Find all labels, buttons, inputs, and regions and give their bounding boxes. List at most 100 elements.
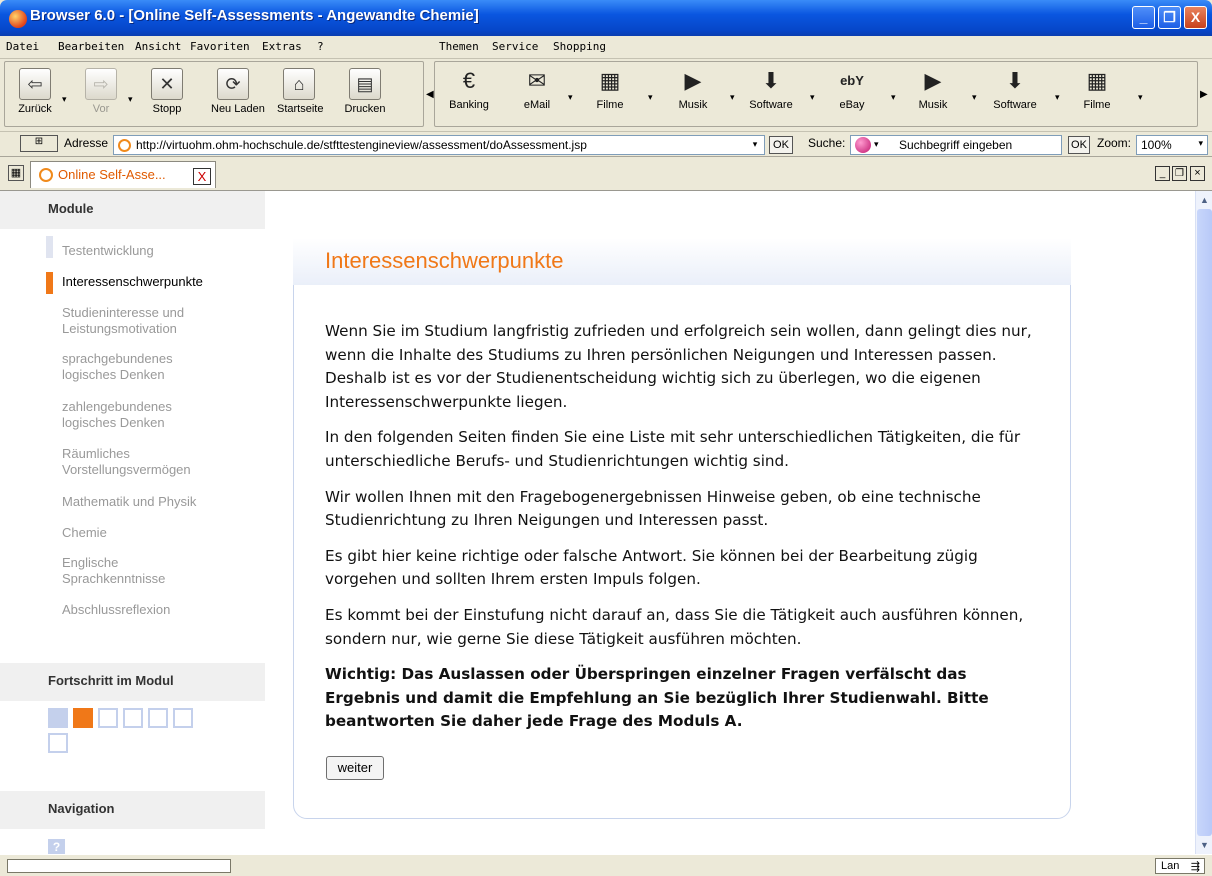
- module-abschlussreflexion[interactable]: Abschlussreflexion: [62, 602, 170, 618]
- progress-step-6: [173, 708, 193, 728]
- module-testentwicklung[interactable]: Testentwicklung: [62, 243, 154, 259]
- help-icon[interactable]: ?: [48, 839, 65, 854]
- menu-bearbeiten[interactable]: Bearbeiten: [58, 40, 124, 53]
- menu-datei[interactable]: Datei: [6, 40, 39, 53]
- link-banking[interactable]: € Banking: [437, 66, 501, 111]
- intro-paragraph-2: In den folgenden Seiten finden Sie eine …: [325, 428, 1021, 470]
- search-engine-icon: [855, 137, 871, 153]
- mdi-minimize-button[interactable]: _: [1155, 166, 1170, 181]
- link-filme-2[interactable]: ▦ Filme: [1065, 66, 1129, 111]
- module-indicator-active: [46, 272, 53, 294]
- module-interessenschwerpunkte[interactable]: Interessenschwerpunkte: [62, 274, 203, 290]
- search-input[interactable]: ▾ Suchbegriff eingeben: [850, 135, 1062, 155]
- sidebar: Module Testentwicklung Interessenschwerp…: [0, 191, 265, 854]
- filme-2-dropdown-icon[interactable]: ▾: [1138, 92, 1143, 103]
- url-dropdown-icon[interactable]: ▾: [746, 136, 764, 154]
- link-musik-label: Musik: [678, 99, 708, 111]
- email-dropdown-icon[interactable]: ▾: [568, 92, 573, 103]
- filme-dropdown-icon[interactable]: ▾: [648, 92, 653, 103]
- menu-shopping[interactable]: Shopping: [553, 40, 606, 53]
- scroll-down-icon[interactable]: ▼: [1197, 837, 1212, 853]
- musik-2-dropdown-icon[interactable]: ▾: [972, 92, 977, 103]
- module-sprachgebundenes-denken[interactable]: sprachgebundenes logisches Denken: [62, 351, 212, 383]
- url-field[interactable]: http://virtuohm.ohm-hochschule.de/stftte…: [113, 135, 765, 155]
- intro-paragraph-3: Wir wollen Ihnen mit den Fragebogenergeb…: [325, 487, 981, 530]
- minimize-button[interactable]: _: [1132, 6, 1155, 29]
- print-label: Drucken: [344, 103, 386, 115]
- back-dropdown-icon[interactable]: ▾: [62, 94, 67, 105]
- link-ebay[interactable]: ebY eBay: [820, 66, 884, 111]
- software-dropdown-icon[interactable]: ▾: [810, 92, 815, 103]
- stop-label: Stopp: [152, 103, 182, 115]
- film-icon: ▦: [599, 68, 621, 93]
- modules-heading: Module: [0, 191, 265, 229]
- network-status-label: Lan: [1161, 860, 1180, 872]
- menu-ansicht[interactable]: Ansicht: [135, 40, 181, 53]
- zoom-select[interactable]: 100% ▾: [1136, 135, 1208, 155]
- zoom-label: Zoom:: [1097, 136, 1132, 150]
- link-software-2-label: Software: [993, 99, 1037, 111]
- toolbar: ⇦ Zurück ▾ ⇨ Vor ▾ ✕ Stopp ⟳ Neu Laden ⌂…: [0, 59, 1212, 130]
- mdi-restore-button[interactable]: ❐: [1172, 166, 1187, 181]
- tab-online-self-assessment[interactable]: Online Self-Asse...: [30, 161, 216, 188]
- url-ok-button[interactable]: OK: [769, 136, 793, 154]
- maximize-button[interactable]: ❐: [1158, 6, 1181, 29]
- menu-favoriten[interactable]: Favoriten: [190, 40, 250, 53]
- bookmark-add-icon[interactable]: ⊞: [20, 135, 58, 152]
- module-studieninteresse[interactable]: Studieninteresse und Leistungsmotivation: [62, 305, 232, 337]
- zoom-value: 100%: [1141, 138, 1172, 152]
- reload-button[interactable]: ⟳ Neu Laden: [211, 68, 265, 115]
- menu-service[interactable]: Service: [492, 40, 538, 53]
- link-filme-2-label: Filme: [1083, 99, 1111, 111]
- toolbar-scroll-right-icon[interactable]: ▶: [1200, 89, 1208, 100]
- module-mathematik-physik[interactable]: Mathematik und Physik: [62, 494, 196, 510]
- progress-step-7: [48, 733, 68, 753]
- search-ok-button[interactable]: OK: [1068, 136, 1090, 154]
- module-chemie[interactable]: Chemie: [62, 525, 107, 541]
- tab-page-icon: [39, 168, 53, 182]
- link-software[interactable]: ⬇ Software: [739, 66, 803, 111]
- software-2-dropdown-icon[interactable]: ▾: [1055, 92, 1060, 103]
- progress-heading: Fortschritt im Modul: [0, 663, 265, 701]
- link-email[interactable]: ✉ eMail: [505, 66, 569, 111]
- vertical-scrollbar[interactable]: ▲ ▼: [1195, 191, 1212, 854]
- mdi-close-button[interactable]: ×: [1190, 166, 1205, 181]
- next-button[interactable]: weiter: [326, 756, 384, 780]
- link-musik-2[interactable]: ▶ Musik: [901, 66, 965, 111]
- forward-dropdown-icon[interactable]: ▾: [128, 94, 133, 105]
- module-zahlengebundenes-denken[interactable]: zahlengebundenes logisches Denken: [62, 399, 212, 431]
- menu-help[interactable]: ?: [317, 40, 324, 53]
- musik-dropdown-icon[interactable]: ▾: [730, 92, 735, 103]
- link-software-2[interactable]: ⬇ Software: [983, 66, 1047, 111]
- menu-themen[interactable]: Themen: [439, 40, 479, 53]
- home-button[interactable]: ⌂ Startseite: [277, 68, 323, 115]
- scroll-up-icon[interactable]: ▲: [1197, 192, 1212, 208]
- forward-button[interactable]: ⇨ Vor: [79, 68, 123, 115]
- print-button[interactable]: ▤ Drucken: [343, 68, 387, 115]
- menu-extras[interactable]: Extras: [262, 40, 302, 53]
- back-button[interactable]: ⇦ Zurück: [13, 68, 57, 115]
- link-filme[interactable]: ▦ Filme: [578, 66, 642, 111]
- important-note: Wichtig: Das Auslassen oder Überspringen…: [325, 665, 989, 731]
- print-icon: ▤: [349, 68, 381, 100]
- ebay-dropdown-icon[interactable]: ▾: [891, 92, 896, 103]
- status-progress-bar: [7, 859, 231, 873]
- stop-button[interactable]: ✕ Stopp: [145, 68, 189, 115]
- module-englische-sprachkenntnisse[interactable]: Englische Sprachkenntnisse: [62, 555, 212, 587]
- intro-text: Wenn Sie im Studium langfristig zufriede…: [325, 320, 1045, 746]
- back-label: Zurück: [18, 103, 52, 115]
- link-musik[interactable]: ▶ Musik: [661, 66, 725, 111]
- zoom-dropdown-icon: ▾: [1198, 138, 1203, 148]
- scroll-thumb[interactable]: [1197, 209, 1212, 836]
- status-bar: Lan ⇶: [0, 854, 1212, 876]
- tab-overview-icon[interactable]: ▦: [8, 165, 24, 181]
- toolbar-scroll-left-icon[interactable]: ◀: [426, 89, 434, 100]
- link-banking-label: Banking: [449, 99, 489, 111]
- module-raeumliches-vorstellungsvermoegen[interactable]: Räumliches Vorstellungsvermögen: [62, 446, 232, 478]
- download-icon: ⬇: [761, 68, 781, 93]
- progress-step-2: [73, 708, 93, 728]
- link-musik-2-label: Musik: [918, 99, 948, 111]
- close-window-button[interactable]: X: [1184, 6, 1207, 29]
- tab-close-button[interactable]: X: [193, 168, 211, 185]
- search-engine-dropdown-icon[interactable]: ▾: [874, 139, 879, 150]
